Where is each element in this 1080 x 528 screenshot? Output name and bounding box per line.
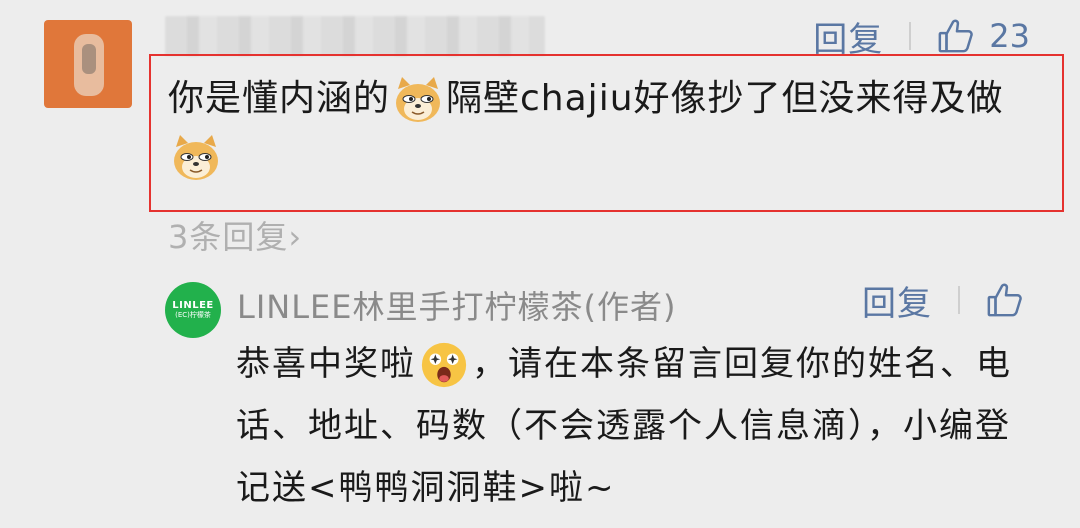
commenter-name-blurred <box>165 16 545 56</box>
like-thumb-icon[interactable] <box>986 281 1024 319</box>
avatar-blur <box>82 44 96 74</box>
view-replies-link[interactable]: 3条回复› <box>168 212 302 258</box>
surprised-emoji-icon <box>418 340 470 392</box>
comment-body: 你是懂内涵的 隔壁chajiu好像抄了但没来得及做 <box>168 70 1048 186</box>
chevron-right-icon: › <box>288 218 303 256</box>
doge-emoji-icon <box>392 75 444 125</box>
reply-button[interactable]: 回复 <box>862 276 932 325</box>
reply-text-part: 恭喜中奖啦 <box>236 344 416 384</box>
doge-emoji-icon <box>170 133 222 183</box>
reply-body: 恭喜中奖啦 ，请在本条留言回复你的姓名、电话、地址、码数（不会透露个人信息滴），… <box>236 333 1036 519</box>
reply-actions: 回复 <box>862 276 1024 325</box>
author-avatar[interactable]: LINLEE (EC)柠檬茶 <box>165 282 221 338</box>
avatar-sub-text: (EC)柠檬茶 <box>175 311 211 319</box>
comment-actions: 回复 23 <box>813 14 1030 60</box>
avatar-brand-text: LINLEE <box>172 300 214 311</box>
divider <box>958 286 960 314</box>
divider <box>909 22 912 50</box>
commenter-avatar[interactable] <box>44 20 132 108</box>
like-count: 23 <box>989 17 1030 55</box>
comment-text-part: 隔壁chajiu好像抄了但没来得及做 <box>446 78 1004 119</box>
like-thumb-icon[interactable] <box>937 17 975 55</box>
replies-count-label: 3条回复 <box>168 218 289 256</box>
comment-text-part: 你是懂内涵的 <box>168 78 391 119</box>
reply-author-name[interactable]: LINLEE林里手打柠檬茶(作者) <box>237 282 676 328</box>
